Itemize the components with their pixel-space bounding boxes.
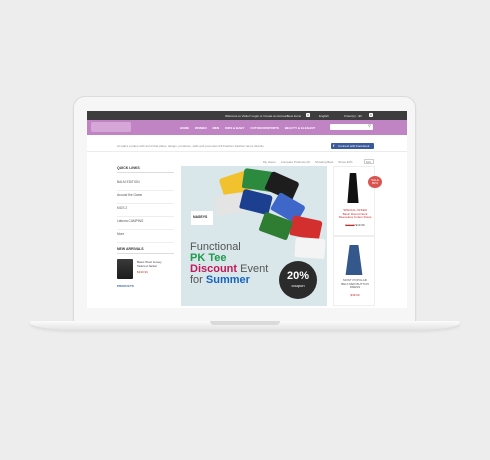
product-card[interactable]: SALE 80% SPECIAL OFFER Basic Round Neck … <box>333 166 382 236</box>
top-bar: Welcome to Visitor! Login or Create an A… <box>87 111 407 120</box>
product-price: $29.00 $19.99 <box>336 223 374 227</box>
new-price: $19.99 <box>355 223 365 227</box>
shirt-image <box>294 236 326 260</box>
banner-summer: Summer <box>205 274 250 286</box>
sidebar-item-around[interactable]: Around the Game <box>117 191 174 204</box>
crumb-home[interactable]: My Home <box>263 160 276 164</box>
nav-menu: HOME WOMEN MEN KIDS & BABY OUTDOOR/SPORT… <box>180 126 320 130</box>
promo-banner[interactable]: NASEYS Functional PK Tee Discount Event … <box>181 166 327 306</box>
product-desc: Basic Round Neck Sleeveless Cotton Dress <box>338 211 372 220</box>
brand-logo: NASEYS <box>191 211 213 225</box>
product-price: $39.00 <box>350 293 360 297</box>
arrival-name[interactable]: Basic Wool Jersey Tailored Jacket <box>137 260 171 268</box>
old-price: $29.00 <box>345 223 355 227</box>
product-image[interactable] <box>347 173 359 203</box>
sidebar-item-balm[interactable]: BALM EDITION <box>117 178 174 191</box>
new-items-link[interactable]: New items <box>287 114 301 118</box>
main-nav: HOME WOMEN MEN KIDS & BABY OUTDOOR/SPORT… <box>87 120 407 135</box>
facebook-connect-button[interactable]: f Connect with Facebook <box>331 143 374 149</box>
site-logo[interactable] <box>91 122 131 132</box>
product-desc: BELT-RED BUTTON DRESS <box>341 281 369 290</box>
intro-strip: At wak's a place with trend that place, … <box>87 139 407 152</box>
nav-item-kids[interactable]: KIDS & BABY <box>225 126 245 130</box>
intro-text: At wak's a place with trend that place, … <box>117 144 265 148</box>
products-title[interactable]: PRODUCTS <box>117 284 174 288</box>
sidebar: QUICK LINKS BALM EDITION Around the Game… <box>117 166 174 288</box>
quick-links-title: QUICK LINKS <box>117 166 174 173</box>
new-arrival-item[interactable]: Basic Wool Jersey Tailored Jacket $199.9… <box>117 259 174 281</box>
sidebar-item-lafuma[interactable]: Lafuma CAMPING <box>117 217 174 230</box>
nav-item-men[interactable]: MEN <box>213 126 220 130</box>
show-select[interactable]: $10 <box>364 159 374 164</box>
welcome-text[interactable]: Welcome to Visitor! Login or Create an A… <box>225 114 288 118</box>
nav-item-home[interactable]: HOME <box>180 126 189 130</box>
search-input[interactable]: ⚲ <box>330 123 373 130</box>
coupon-badge[interactable]: 20% coupon <box>279 261 317 299</box>
crumb-compare[interactable]: Compare Products (0) <box>281 160 311 164</box>
crumb-showing: Showing Bets <box>315 160 334 164</box>
facebook-label: Connect with Facebook <box>338 144 370 148</box>
facebook-icon: f <box>333 143 335 148</box>
cart-link[interactable]: 0 item(s) - $0 <box>344 114 362 118</box>
banner-for: for <box>190 274 203 286</box>
arrival-price: $199.99 <box>137 270 148 274</box>
laptop-notch <box>210 321 280 325</box>
new-arrivals-title: NEW ARRIVALS <box>117 247 174 254</box>
language-selector[interactable]: English <box>319 114 329 118</box>
sidebar-item-kids[interactable]: KIDS 2 <box>117 204 174 217</box>
product-image[interactable] <box>345 245 363 275</box>
nav-item-outdoor[interactable]: OUTDOOR/SPORTS <box>250 126 279 130</box>
sale-badge: SALE 80% <box>368 176 382 188</box>
coupon-label: coupon <box>291 283 305 288</box>
cart-count: 0 <box>369 113 373 117</box>
breadcrumb: My Home Compare Products (0) Showing Bet… <box>263 159 374 164</box>
product-label[interactable]: MOST POPULAR BELT-RED BUTTON DRESS <box>336 278 374 290</box>
coupon-value: 20% <box>286 270 310 282</box>
banner-line-4: for Summer <box>190 274 250 286</box>
arrival-image[interactable] <box>117 259 133 279</box>
sidebar-item-more[interactable]: More <box>117 230 174 243</box>
crumb-show: Show 40% <box>338 160 353 164</box>
search-icon[interactable]: ⚲ <box>368 123 371 128</box>
product-column: SALE 80% SPECIAL OFFER Basic Round Neck … <box>333 166 382 306</box>
product-label[interactable]: SPECIAL OFFER Basic Round Neck Sleeveles… <box>336 208 374 220</box>
nav-item-women[interactable]: WOMEN <box>195 126 207 130</box>
laptop-screen: Welcome to Visitor! Login or Create an A… <box>87 111 407 308</box>
new-items-count: 0 <box>306 113 310 117</box>
product-card[interactable]: MOST POPULAR BELT-RED BUTTON DRESS $39.0… <box>333 236 375 306</box>
nav-item-beauty[interactable]: BEAUTY & ELEGANT <box>285 126 315 130</box>
